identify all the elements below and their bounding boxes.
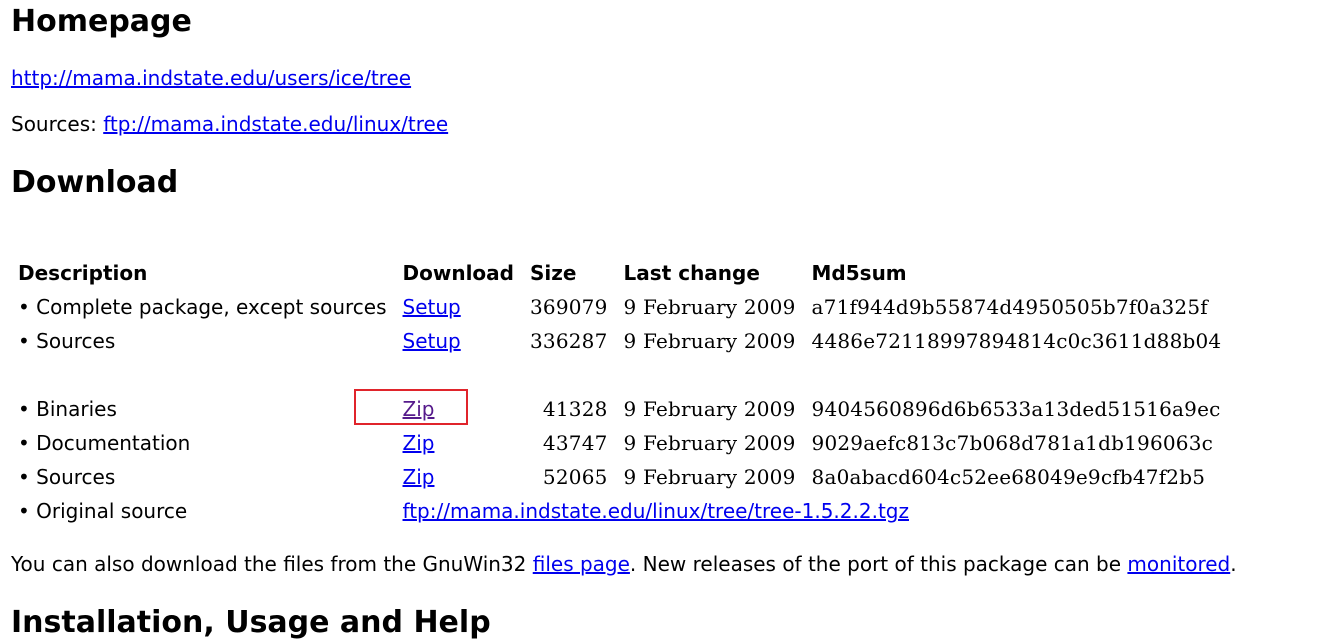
also-text-1: You can also download the files from the… bbox=[11, 552, 533, 576]
download-heading: Download bbox=[11, 165, 179, 200]
column-header-description: Description bbox=[18, 261, 148, 285]
table-row: • Documentation Zip 43747 9 February 200… bbox=[14, 426, 1233, 460]
column-header-download: Download bbox=[402, 261, 514, 285]
row-description: • Sources bbox=[18, 329, 116, 353]
homepage-url-paragraph: http://mama.indstate.edu/users/ice/tree bbox=[11, 64, 411, 92]
row-md5sum: 8a0abacd604c52ee68049e9cfb47f2b5 bbox=[811, 465, 1206, 489]
homepage-url-link[interactable]: http://mama.indstate.edu/users/ice/tree bbox=[11, 66, 411, 90]
monitored-link[interactable]: monitored bbox=[1127, 552, 1230, 576]
row-size: 52065 bbox=[542, 465, 608, 489]
zip-documentation-link[interactable]: Zip bbox=[403, 431, 435, 455]
row-size: 369079 bbox=[529, 295, 608, 319]
row-last-change: 9 February 2009 bbox=[623, 329, 796, 353]
row-description: • Original source bbox=[18, 499, 188, 523]
zip-binaries-link[interactable]: Zip bbox=[403, 397, 435, 421]
zip-sources-link[interactable]: Zip bbox=[403, 465, 435, 489]
table-header-row: Description Download Size Last change Md… bbox=[14, 256, 1233, 290]
also-download-paragraph: You can also download the files from the… bbox=[11, 550, 1237, 578]
page-content: Homepage http://mama.indstate.edu/users/… bbox=[11, 0, 1338, 644]
table-row: • Sources Zip 52065 9 February 2009 8a0a… bbox=[14, 460, 1233, 494]
sources-url-link[interactable]: ftp://mama.indstate.edu/linux/tree bbox=[103, 112, 448, 136]
table-spacer-row bbox=[14, 358, 1233, 392]
column-header-last-change: Last change bbox=[623, 261, 760, 285]
row-last-change: 9 February 2009 bbox=[623, 431, 796, 455]
row-size: 336287 bbox=[529, 329, 608, 353]
row-last-change: 9 February 2009 bbox=[623, 397, 796, 421]
row-last-change: 9 February 2009 bbox=[623, 465, 796, 489]
row-size: 43747 bbox=[542, 431, 608, 455]
row-description: • Sources bbox=[18, 465, 116, 489]
files-page-link[interactable]: files page bbox=[533, 552, 630, 576]
table-row: • Binaries Zip 41328 9 February 2009 940… bbox=[14, 392, 1233, 426]
column-header-size: Size bbox=[529, 261, 577, 285]
setup-complete-package-link[interactable]: Setup bbox=[403, 295, 461, 319]
row-md5sum: 4486e72118997894814c0c3611d88b04 bbox=[811, 329, 1222, 353]
homepage-heading: Homepage bbox=[11, 4, 192, 39]
sources-paragraph: Sources: ftp://mama.indstate.edu/linux/t… bbox=[11, 110, 448, 138]
also-text-3: . bbox=[1230, 552, 1237, 576]
setup-sources-link[interactable]: Setup bbox=[403, 329, 461, 353]
column-header-md5sum: Md5sum bbox=[811, 261, 907, 285]
installation-heading: Installation, Usage and Help bbox=[11, 605, 491, 640]
table-row: • Complete package, except sources Setup… bbox=[14, 290, 1233, 324]
row-description: • Documentation bbox=[18, 431, 191, 455]
row-description: • Binaries bbox=[18, 397, 117, 421]
also-text-2: . New releases of the port of this packa… bbox=[629, 552, 1128, 576]
row-md5sum: 9029aefc813c7b068d781a1db196063c bbox=[811, 431, 1214, 455]
row-md5sum: 9404560896d6b6533a13ded51516a9ec bbox=[811, 397, 1221, 421]
row-size: 41328 bbox=[542, 397, 608, 421]
row-last-change: 9 February 2009 bbox=[623, 295, 796, 319]
table-row: • Sources Setup 336287 9 February 2009 4… bbox=[14, 324, 1233, 358]
row-description: • Complete package, except sources bbox=[18, 295, 387, 319]
row-md5sum: a71f944d9b55874d4950505b7f0a325f bbox=[811, 295, 1208, 319]
table-row: • Original source ftp://mama.indstate.ed… bbox=[14, 494, 1233, 528]
download-table: Description Download Size Last change Md… bbox=[14, 256, 1233, 528]
original-source-link[interactable]: ftp://mama.indstate.edu/linux/tree/tree-… bbox=[403, 499, 909, 523]
sources-label: Sources: bbox=[11, 112, 104, 136]
